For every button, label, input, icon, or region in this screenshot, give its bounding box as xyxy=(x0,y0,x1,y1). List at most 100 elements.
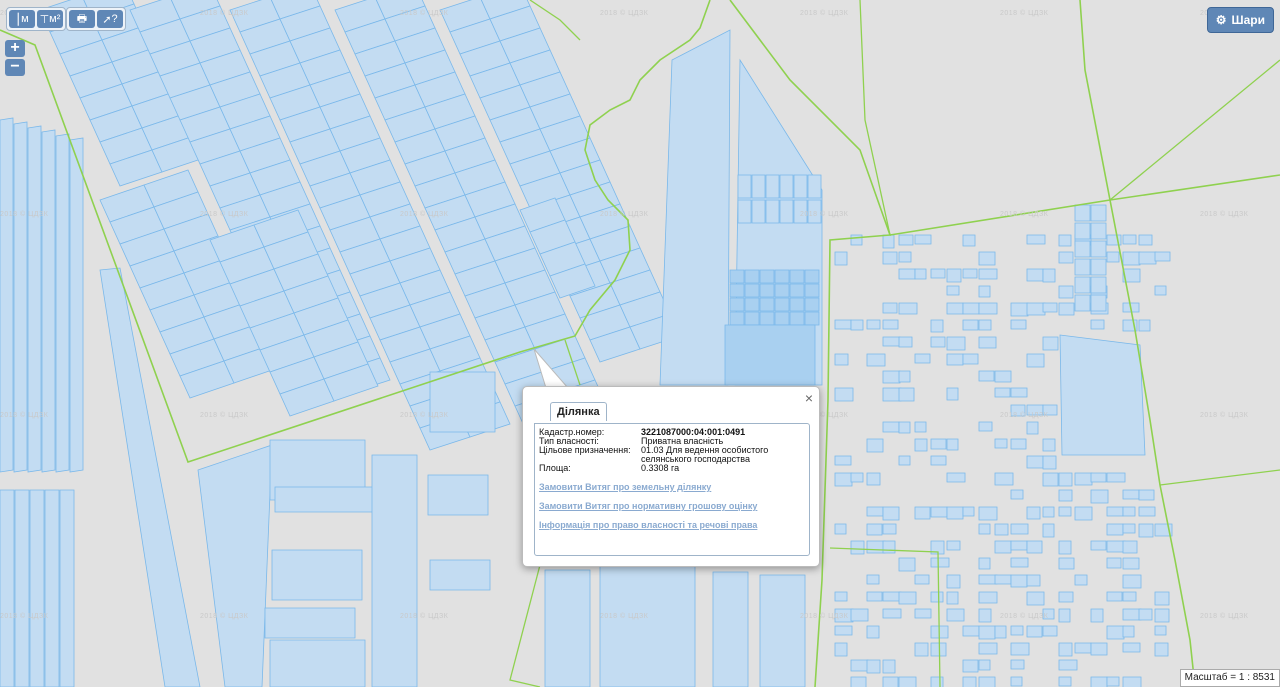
parcel[interactable] xyxy=(946,472,966,483)
parcel[interactable] xyxy=(914,438,928,452)
parcel[interactable] xyxy=(1058,608,1071,623)
parcel[interactable] xyxy=(1010,642,1030,656)
parcel[interactable] xyxy=(866,540,886,554)
parcel[interactable] xyxy=(1106,676,1120,687)
parcel[interactable] xyxy=(1058,302,1075,316)
parcel[interactable] xyxy=(994,574,1012,585)
parcel[interactable] xyxy=(946,353,964,366)
parcel[interactable] xyxy=(1010,659,1025,670)
parcel[interactable] xyxy=(962,506,975,517)
parcel[interactable] xyxy=(1026,506,1041,520)
parcel[interactable] xyxy=(44,489,60,687)
parcel[interactable] xyxy=(1010,387,1028,398)
parcel[interactable] xyxy=(946,336,966,351)
parcel[interactable] xyxy=(269,639,366,687)
parcel[interactable] xyxy=(850,234,863,246)
parcel[interactable] xyxy=(1074,222,1091,240)
parcel[interactable] xyxy=(1090,472,1107,483)
parcel[interactable] xyxy=(978,268,998,280)
parcel[interactable] xyxy=(1042,336,1059,351)
parcel[interactable] xyxy=(1058,540,1072,555)
parcel[interactable] xyxy=(1090,240,1107,258)
parcel[interactable] xyxy=(898,302,918,315)
parcel[interactable] xyxy=(1122,506,1136,517)
parcel[interactable] xyxy=(866,574,880,585)
parcel[interactable] xyxy=(946,302,964,315)
parcel[interactable] xyxy=(882,659,896,674)
parcel[interactable] xyxy=(914,234,932,245)
parcel[interactable] xyxy=(978,659,991,671)
parcel[interactable] xyxy=(850,676,867,687)
parcel[interactable] xyxy=(930,319,944,333)
parcel[interactable] xyxy=(1058,659,1078,671)
parcel[interactable] xyxy=(1090,222,1107,240)
parcel[interactable] xyxy=(737,199,752,224)
parcel[interactable] xyxy=(789,283,805,298)
parcel[interactable] xyxy=(930,268,946,279)
parcel[interactable] xyxy=(898,455,911,466)
identify-button[interactable]: ➚? xyxy=(97,10,123,28)
parcel[interactable] xyxy=(1058,489,1073,502)
parcel[interactable] xyxy=(834,523,847,535)
parcel[interactable] xyxy=(946,591,959,605)
parcel[interactable] xyxy=(978,625,996,640)
parcel[interactable] xyxy=(850,319,864,331)
parcel[interactable] xyxy=(59,489,75,687)
parcel[interactable] xyxy=(0,489,15,687)
parcel[interactable] xyxy=(1026,540,1043,554)
parcel[interactable] xyxy=(1042,472,1059,487)
parcel[interactable] xyxy=(1154,285,1167,296)
parcel[interactable] xyxy=(751,174,766,199)
parcel[interactable] xyxy=(1010,489,1024,500)
parcel[interactable] xyxy=(1154,642,1169,657)
parcel[interactable] xyxy=(834,387,854,402)
parcel[interactable] xyxy=(197,444,273,687)
parcel[interactable] xyxy=(994,472,1014,486)
parcel[interactable] xyxy=(978,676,996,687)
parcel[interactable] xyxy=(946,438,959,451)
parcel[interactable] xyxy=(789,269,805,284)
parcel[interactable] xyxy=(1026,421,1039,435)
parcel[interactable] xyxy=(789,297,805,312)
parcel[interactable] xyxy=(962,625,980,637)
parcel[interactable] xyxy=(946,268,962,283)
parcel[interactable] xyxy=(1059,334,1146,456)
parcel[interactable] xyxy=(930,591,944,603)
parcel[interactable] xyxy=(274,486,376,513)
parcel[interactable] xyxy=(1058,557,1075,570)
parcel[interactable] xyxy=(866,506,884,517)
parcel[interactable] xyxy=(994,523,1009,536)
parcel[interactable] xyxy=(1122,540,1138,554)
parcel[interactable] xyxy=(1090,294,1107,312)
parcel[interactable] xyxy=(744,269,760,284)
parcel[interactable] xyxy=(930,676,944,687)
parcel[interactable] xyxy=(1058,591,1074,603)
parcel[interactable] xyxy=(27,125,42,473)
print-button[interactable]: 🖶 xyxy=(69,10,95,28)
parcel[interactable] xyxy=(866,591,883,602)
parcel[interactable] xyxy=(834,625,853,636)
parcel[interactable] xyxy=(882,523,897,535)
parcel[interactable] xyxy=(866,625,880,639)
parcel[interactable] xyxy=(914,642,929,657)
parcel[interactable] xyxy=(759,574,806,687)
parcel[interactable] xyxy=(962,319,979,331)
parcel[interactable] xyxy=(774,269,790,284)
parcel[interactable] xyxy=(1106,472,1126,483)
parcel[interactable] xyxy=(1026,302,1046,316)
parcel[interactable] xyxy=(946,285,960,296)
parcel[interactable] xyxy=(779,199,794,224)
parcel[interactable] xyxy=(1074,294,1091,312)
tab-parcel[interactable]: Ділянка xyxy=(550,402,607,421)
parcel[interactable] xyxy=(946,574,961,589)
parcel[interactable] xyxy=(914,574,930,585)
parcel[interactable] xyxy=(834,319,852,330)
parcel[interactable] xyxy=(744,297,760,312)
parcel[interactable] xyxy=(759,311,775,326)
parcel[interactable] xyxy=(1026,234,1046,245)
parcel[interactable] xyxy=(429,371,496,433)
parcel[interactable] xyxy=(834,353,849,366)
parcel[interactable] xyxy=(1122,523,1136,534)
parcel[interactable] xyxy=(1026,574,1041,587)
parcel[interactable] xyxy=(978,302,998,315)
